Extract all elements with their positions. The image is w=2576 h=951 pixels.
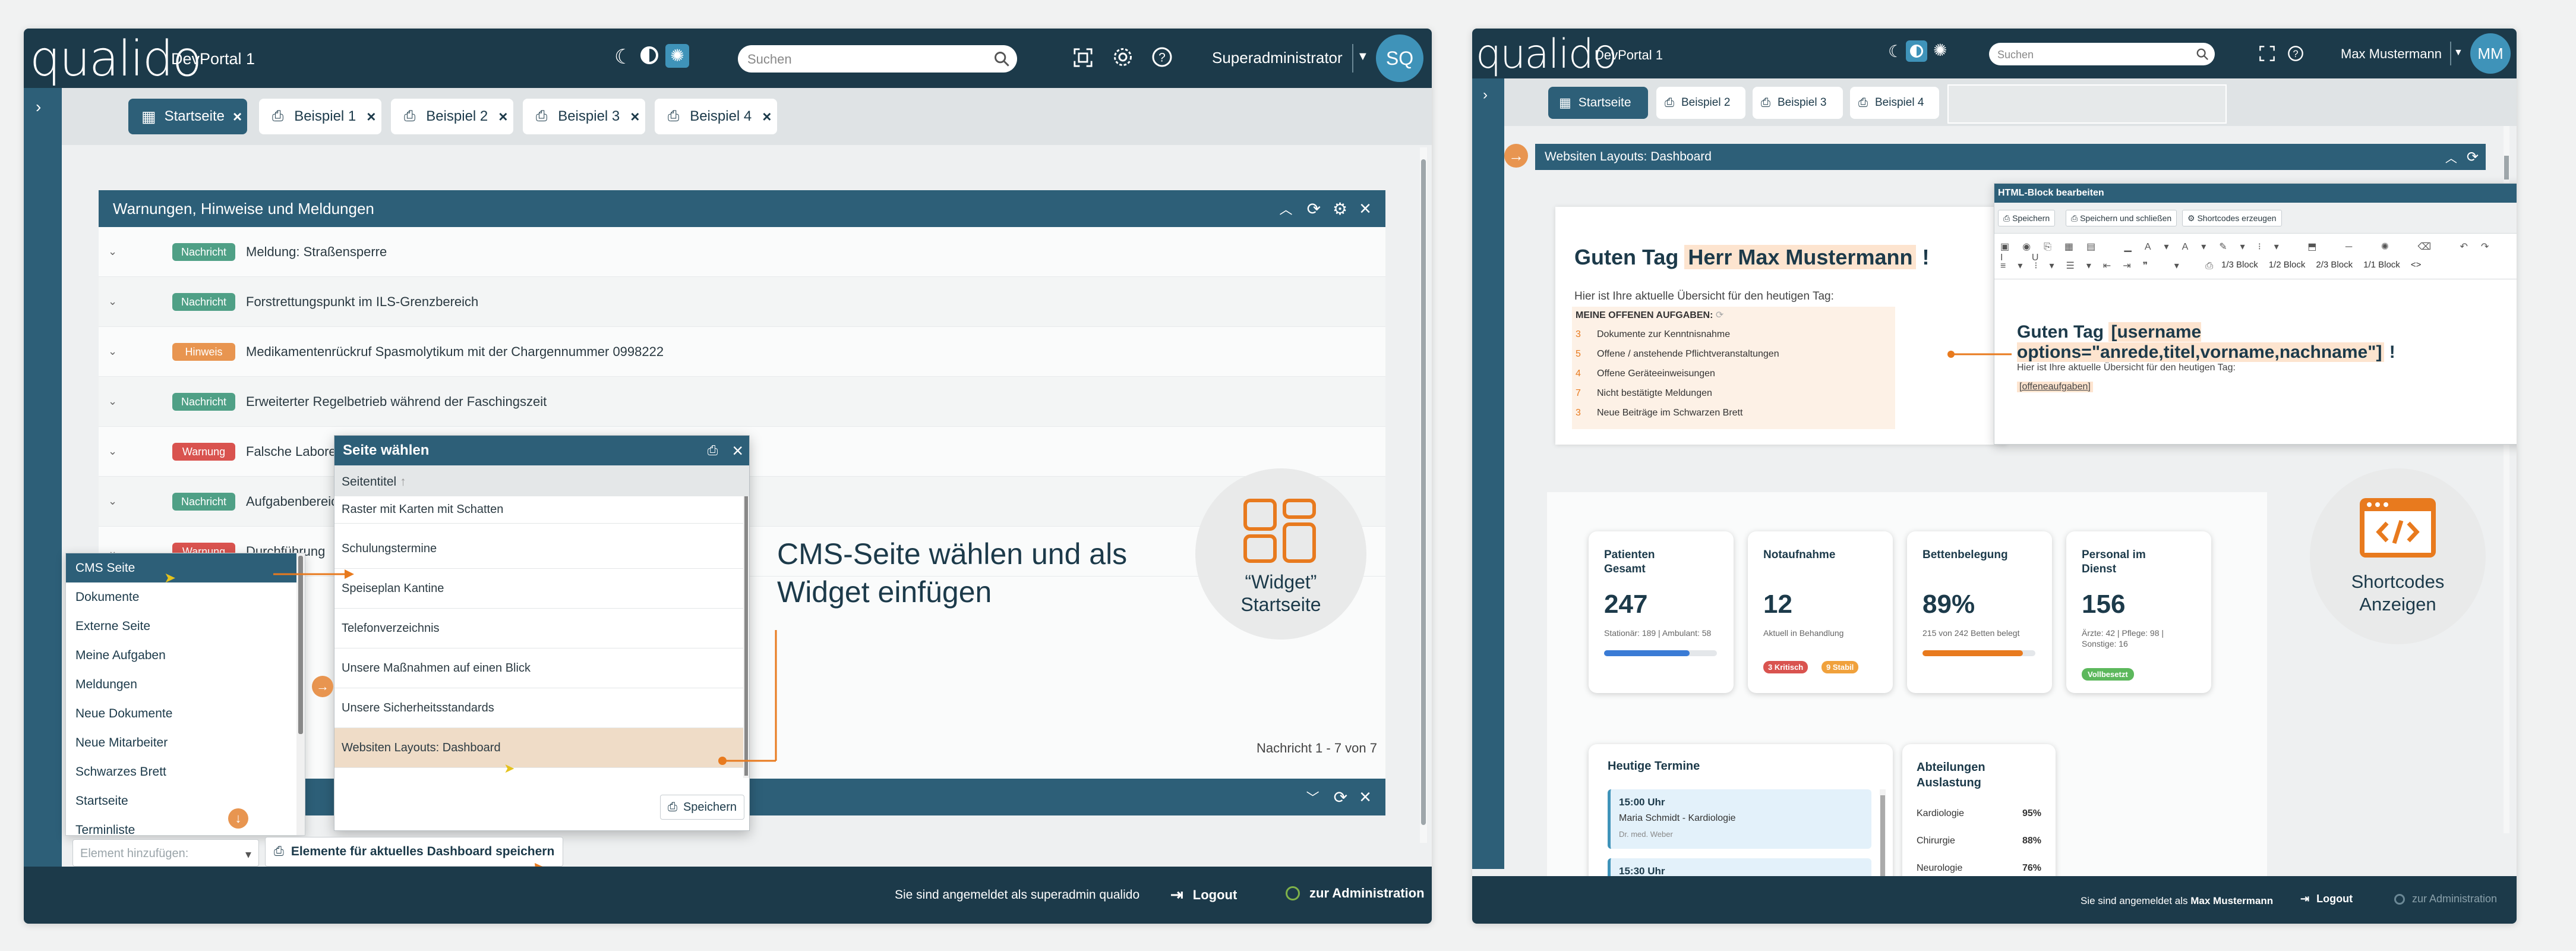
appointment-name: Maria Schmidt - Kardiologie bbox=[1619, 813, 1736, 823]
appointment-doctor: Dr. med. Weber bbox=[1619, 830, 1673, 839]
admin-label: zur Administration bbox=[1309, 886, 1425, 900]
left-window: qualido DevPortal 1 ☾ ✺ Suchen ? Superad… bbox=[24, 29, 1432, 924]
stat-subtext: 215 von 242 Betten belegt bbox=[1922, 628, 2020, 638]
stat-title: Notaufnahme bbox=[1763, 549, 1836, 561]
department-name: Kardiologie bbox=[1917, 808, 1965, 818]
footer: Sie sind angemeldet als superadmin quali… bbox=[24, 867, 1432, 924]
status-badge: Vollbesetzt bbox=[2082, 668, 2134, 681]
footer-login-info: Sie sind angemeldet als superadmin quali… bbox=[895, 888, 1140, 902]
termine-title: Heutige Termine bbox=[1608, 760, 1700, 773]
logout-icon: ⇥ bbox=[2300, 893, 2310, 905]
stat-value: 12 bbox=[1763, 590, 1792, 619]
admin-icon bbox=[1286, 886, 1300, 900]
department-percent: 95% bbox=[2022, 808, 2041, 818]
stat-title: Bettenbelegung bbox=[1922, 549, 2008, 561]
admin-link[interactable]: zur Administration bbox=[1286, 886, 1425, 901]
cursor-icon: ➤ bbox=[504, 761, 515, 776]
status-badge: 9 Stabil bbox=[1821, 661, 1859, 673]
stat-card: Personal im Dienst 156 Ärzte: 42 | Pflege:… bbox=[2066, 531, 2211, 693]
dashboard-area: Patienten Gesamt 247 Stationär: 189 | Ambu… bbox=[1547, 492, 2267, 922]
stat-value: 156 bbox=[2082, 590, 2126, 619]
appointment-item[interactable]: 15:00 Uhr Maria Schmidt - Kardiologie Dr. … bbox=[1608, 789, 1871, 849]
stat-value: 247 bbox=[1604, 590, 1648, 619]
admin-icon bbox=[2394, 893, 2405, 905]
department-row: Neurologie 76% bbox=[1917, 863, 2041, 874]
cursor-icon: ➤ bbox=[164, 570, 176, 586]
department-name: Chirurgie bbox=[1917, 836, 1955, 846]
abteilungen-title: Abteilungen Auslastung bbox=[1917, 761, 1985, 789]
logout-icon: ⇥ bbox=[1170, 886, 1183, 903]
shortcodes-circle: Shortcodes Anzeigen bbox=[2310, 468, 2486, 644]
status-badge: 3 Kritisch bbox=[1763, 661, 1808, 673]
footer: Sie sind angemeldet als Max Mustermann ⇥… bbox=[1472, 876, 2517, 924]
stat-card: Bettenbelegung 89% 215 von 242 Betten bele… bbox=[1907, 531, 2052, 693]
stat-subtext: Stationär: 189 | Ambulant: 58 bbox=[1604, 628, 1712, 638]
department-row: Kardiologie 95% bbox=[1917, 808, 2041, 819]
progress-fill bbox=[1922, 650, 2023, 656]
stat-card: Patienten Gesamt 247 Stationär: 189 | Ambu… bbox=[1589, 531, 1734, 693]
department-percent: 88% bbox=[2022, 836, 2041, 846]
logout-label: Logout bbox=[2316, 893, 2353, 905]
department-percent: 76% bbox=[2022, 863, 2041, 873]
stat-value: 89% bbox=[1922, 590, 1975, 619]
footer-login-info: Sie sind angemeldet als Max Mustermann bbox=[2081, 895, 2274, 906]
stat-subtext: Aktuell in Behandlung bbox=[1763, 628, 1844, 638]
department-row: Chirurgie 88% bbox=[1917, 836, 2041, 846]
stat-title: Personal im Dienst bbox=[2082, 549, 2146, 575]
admin-label: zur Administration bbox=[2412, 893, 2498, 905]
admin-link[interactable]: zur Administration bbox=[2394, 893, 2497, 905]
logout-label: Logout bbox=[1192, 887, 1238, 902]
stat-card: Notaufnahme 12 Aktuell in Behandlung 3 Krit… bbox=[1748, 531, 1893, 693]
progress-bar bbox=[1604, 650, 1717, 656]
shortcodes-circle-label: Shortcodes Anzeigen bbox=[2351, 571, 2445, 615]
logout-button[interactable]: ⇥ Logout bbox=[2300, 893, 2353, 905]
progress-fill bbox=[1604, 650, 1690, 656]
right-window: qualido DevPortal 1 ☾ ✺ Suchen ? Max Mus… bbox=[1472, 29, 2517, 924]
code-icon bbox=[2360, 498, 2436, 558]
department-name: Neurologie bbox=[1917, 863, 1963, 873]
logout-button[interactable]: ⇥ Logout bbox=[1170, 886, 1237, 904]
progress-bar bbox=[1922, 650, 2035, 656]
stat-title: Patienten Gesamt bbox=[1604, 549, 1655, 575]
appointment-time: 15:30 Uhr bbox=[1619, 865, 1665, 877]
stat-subtext: Ärzte: 42 | Pflege: 98 | Sonstige: 16 bbox=[2082, 628, 2164, 648]
connector-lines bbox=[273, 569, 777, 874]
appointment-time: 15:00 Uhr bbox=[1619, 796, 1665, 808]
